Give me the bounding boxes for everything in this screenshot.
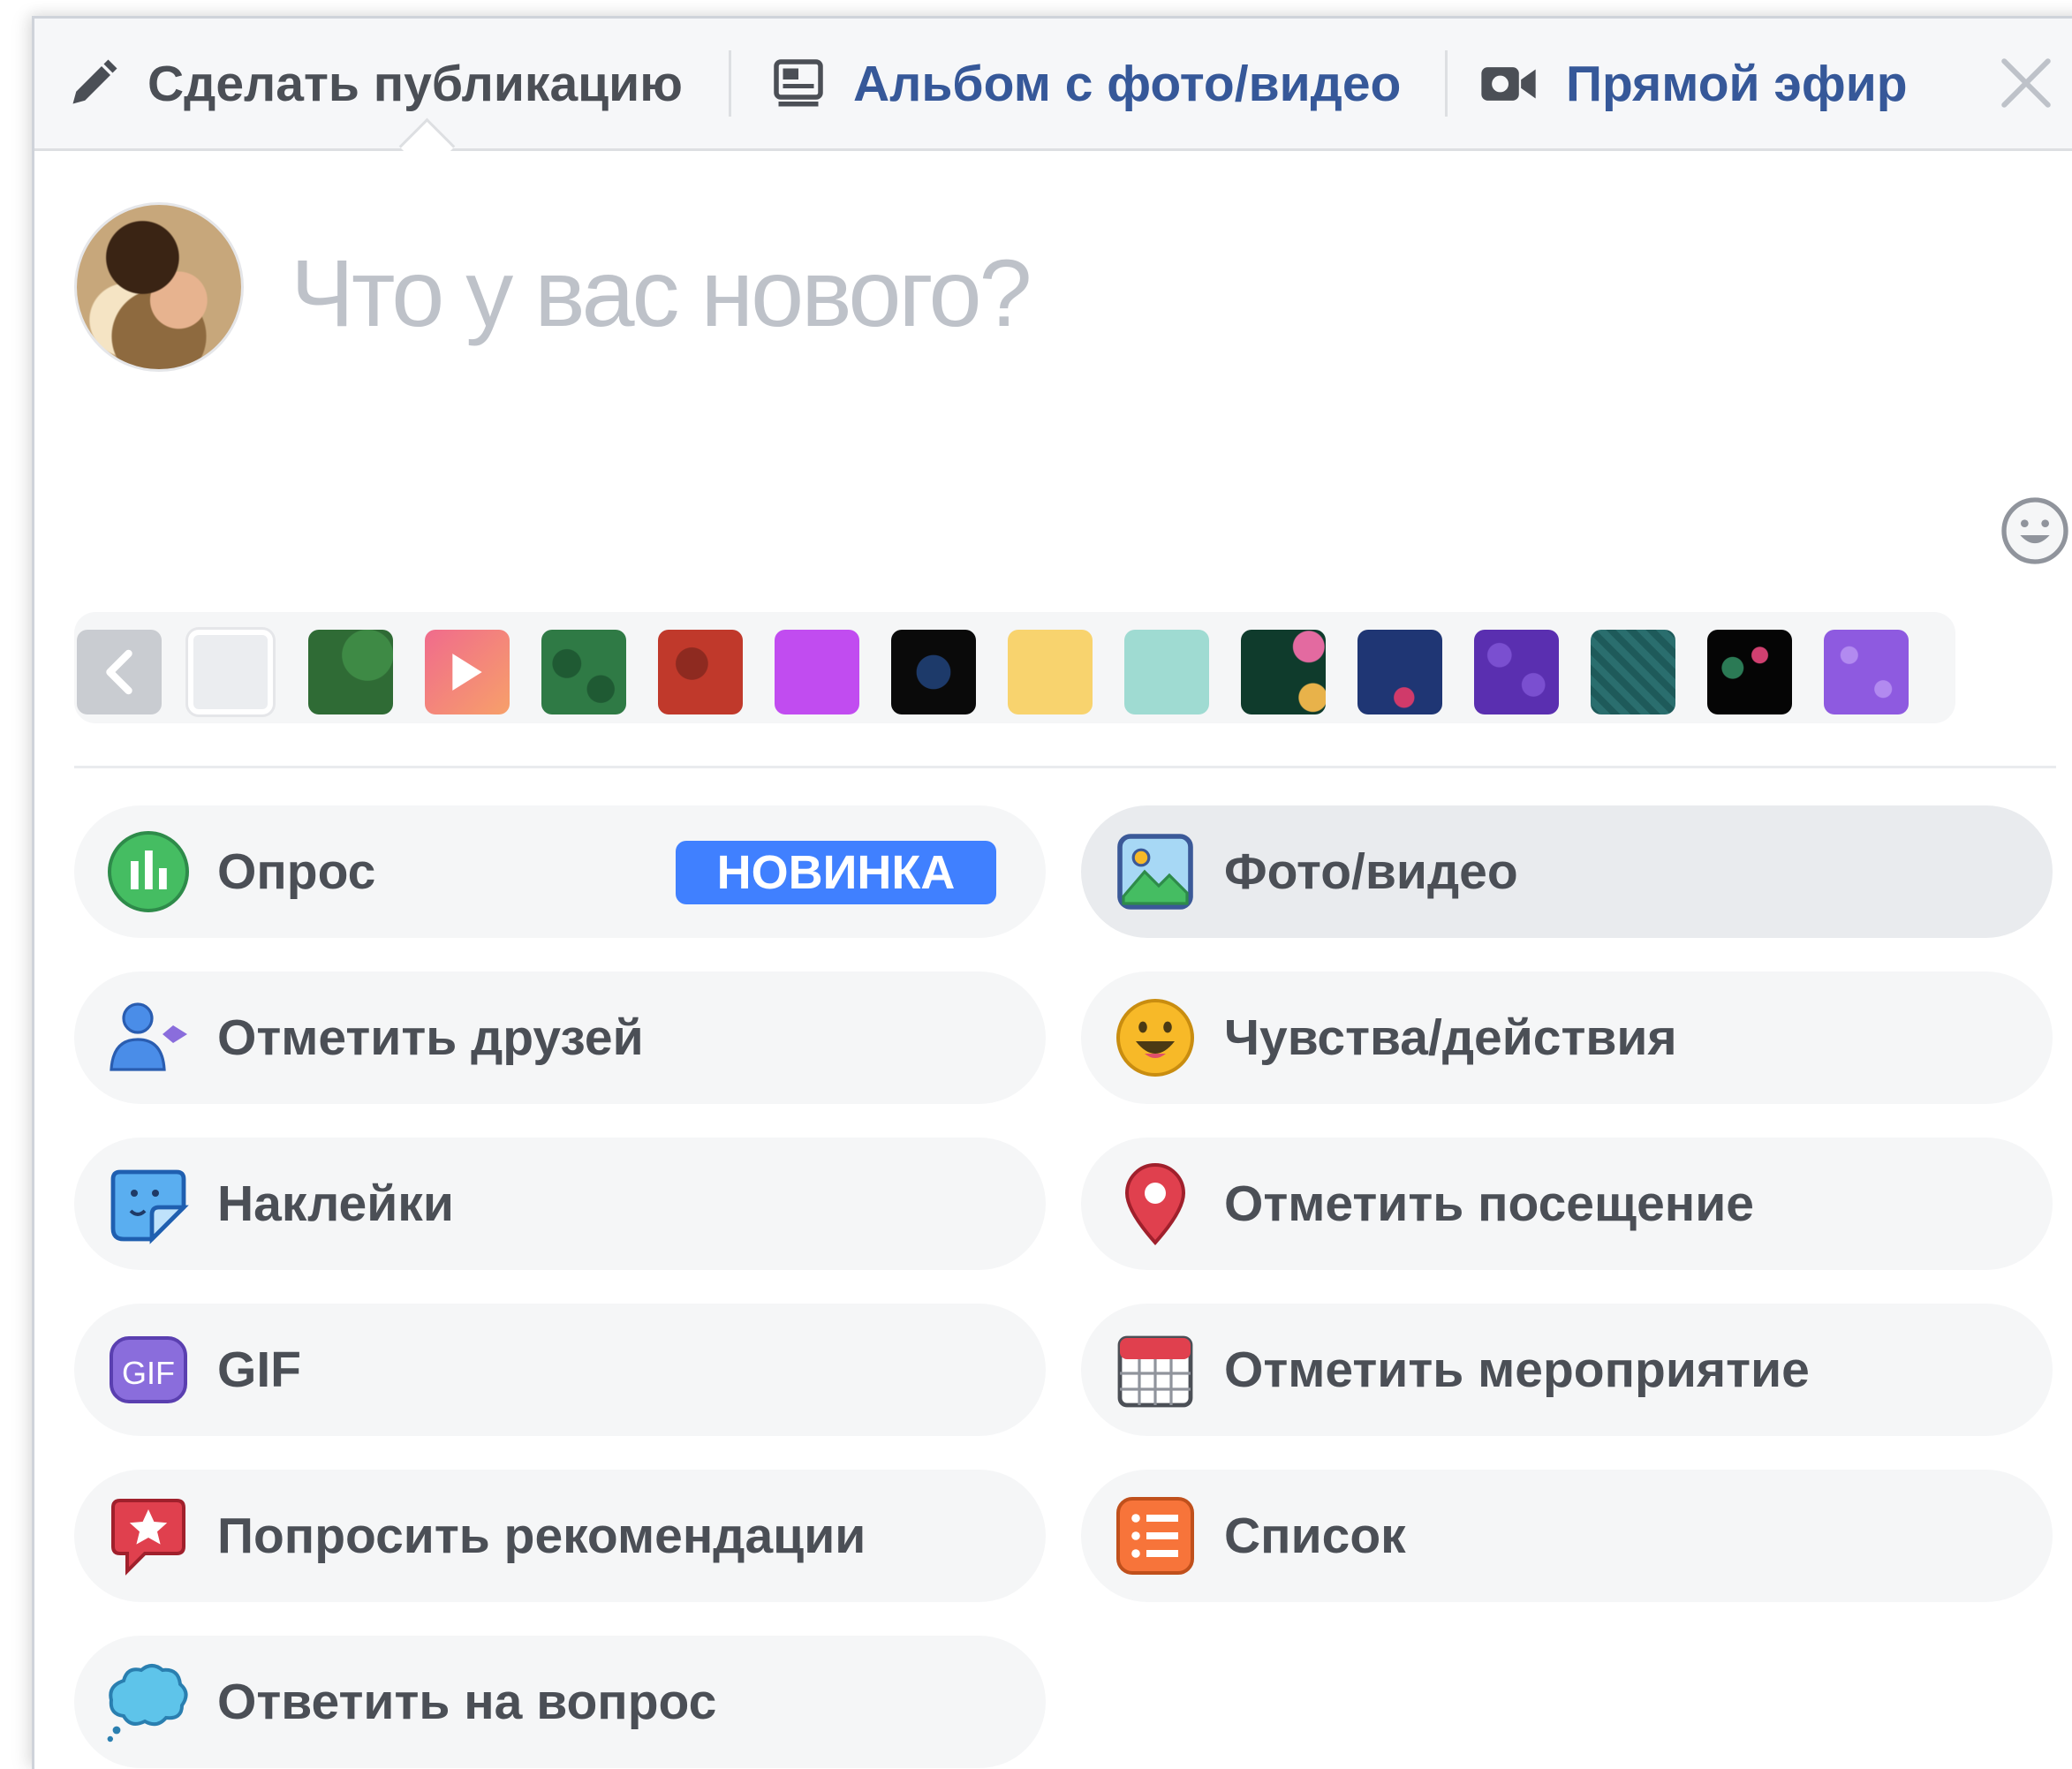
list-button[interactable]: Список [1081, 1470, 2053, 1602]
thought-bubble-icon [106, 1659, 191, 1744]
smiley-icon [1113, 995, 1198, 1080]
background-swatch[interactable] [1707, 630, 1792, 714]
video-camera-icon [1479, 60, 1538, 108]
check-in-button[interactable]: Отметить посещение [1081, 1138, 2053, 1270]
tag-friends-button[interactable]: Отметить друзей [74, 971, 1046, 1104]
poll-icon [106, 829, 191, 914]
stickers-button[interactable]: Наклейки [74, 1138, 1046, 1270]
section-divider [74, 766, 2056, 768]
feeling-activity-button[interactable]: Чувства/действия [1081, 971, 2053, 1104]
avatar[interactable] [74, 202, 244, 372]
event-button[interactable]: Отметить мероприятие [1081, 1304, 2053, 1436]
background-swatch[interactable] [1824, 630, 1909, 714]
tab-separator [1445, 50, 1448, 117]
tab-separator [729, 50, 731, 117]
chevron-left-icon[interactable] [77, 630, 162, 714]
close-icon[interactable] [1997, 54, 2055, 112]
background-swatch[interactable] [775, 630, 859, 714]
background-swatch-animated[interactable] [425, 630, 510, 714]
list-label: Список [1224, 1508, 1406, 1564]
check-in-label: Отметить посещение [1224, 1176, 1754, 1232]
tag-friends-icon [106, 995, 191, 1080]
background-swatch[interactable] [658, 630, 743, 714]
tab-photo-album-label: Альбом с фото/видео [853, 55, 1402, 112]
background-swatch[interactable] [1474, 630, 1559, 714]
background-swatch-plain[interactable] [188, 630, 273, 714]
album-icon [772, 57, 825, 110]
answer-question-button[interactable]: Ответить на вопрос [74, 1636, 1046, 1768]
background-swatch[interactable] [1124, 630, 1209, 714]
event-label: Отметить мероприятие [1224, 1342, 1810, 1398]
new-badge: НОВИНКА [676, 841, 996, 904]
recommendations-button[interactable]: Попросить рекомендации [74, 1470, 1046, 1602]
composer-header: Сделать публикацию Альбом с фото/видео П… [34, 19, 2072, 151]
background-swatch[interactable] [1241, 630, 1326, 714]
background-swatch[interactable] [1357, 630, 1442, 714]
background-swatch[interactable] [891, 630, 976, 714]
feeling-activity-label: Чувства/действия [1224, 1009, 1677, 1066]
svg-text:GIF: GIF [122, 1355, 175, 1391]
answer-question-label: Ответить на вопрос [217, 1674, 717, 1730]
smiley-icon[interactable] [2000, 495, 2070, 566]
tab-create-post-label: Сделать публикацию [147, 55, 683, 112]
background-swatch[interactable] [541, 630, 626, 714]
gif-label: GIF [217, 1342, 301, 1398]
tag-friends-label: Отметить друзей [217, 1009, 644, 1066]
gif-icon: GIF [106, 1327, 191, 1412]
sticker-icon [106, 1161, 191, 1246]
photo-video-button[interactable]: Фото/видео [1081, 805, 2053, 938]
gif-button[interactable]: GIF GIF [74, 1304, 1046, 1436]
recommendations-label: Попросить рекомендации [217, 1508, 866, 1564]
pencil-icon [66, 57, 119, 110]
poll-label: Опрос [217, 843, 376, 900]
photo-icon [1113, 829, 1198, 914]
tab-create-post[interactable]: Сделать публикацию [66, 19, 683, 148]
status-input[interactable]: Что у вас нового? [291, 238, 1704, 348]
location-pin-icon [1113, 1161, 1198, 1246]
tab-live-video[interactable]: Прямой эфир [1479, 19, 1908, 148]
photo-video-label: Фото/видео [1224, 843, 1518, 900]
recommendation-star-icon [106, 1493, 191, 1578]
background-swatch[interactable] [308, 630, 393, 714]
create-post-dialog: Сделать публикацию Альбом с фото/видео П… [32, 16, 2072, 1769]
tab-photo-album[interactable]: Альбом с фото/видео [772, 19, 1401, 148]
calendar-icon [1113, 1327, 1198, 1412]
tab-live-video-label: Прямой эфир [1566, 55, 1908, 112]
list-icon [1113, 1493, 1198, 1578]
background-swatch[interactable] [1591, 630, 1675, 714]
poll-button[interactable]: Опрос НОВИНКА [74, 805, 1046, 938]
background-swatch[interactable] [1008, 630, 1093, 714]
stickers-label: Наклейки [217, 1176, 454, 1232]
